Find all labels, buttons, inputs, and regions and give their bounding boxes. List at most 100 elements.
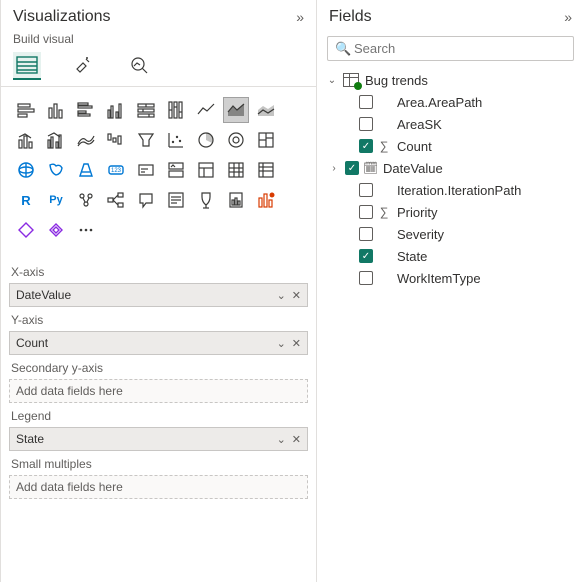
card-icon[interactable] [133,157,159,183]
svg-text:123: 123 [111,168,122,174]
fields-header: Fields » [317,0,584,30]
table-row[interactable]: ⌄ Bug trends [323,69,578,91]
matrix-icon[interactable] [253,157,279,183]
search-icon: 🔍 [335,41,351,57]
y-axis-well[interactable]: Count ⌄ ✕ [9,331,308,355]
stacked-area-chart-icon[interactable] [253,97,279,123]
waterfall-chart-icon[interactable] [103,127,129,153]
field-checkbox[interactable] [359,117,373,131]
pie-chart-icon[interactable] [193,127,219,153]
python-visual-icon[interactable]: Py [43,187,69,213]
field-checkbox[interactable] [359,95,373,109]
field-checkbox[interactable] [359,271,373,285]
line-stacked-column-icon[interactable] [13,127,39,153]
map-icon[interactable] [13,157,39,183]
build-visual-tabs [1,52,316,87]
field-row[interactable]: ∑ Priority [323,201,578,223]
area-chart-icon[interactable] [223,97,249,123]
kpi-icon[interactable] [193,157,219,183]
small-multiples-well[interactable]: Add data fields here [9,475,308,499]
field-name: DateValue [381,161,576,176]
more-options-icon[interactable] [73,217,99,243]
sigma-icon: ∑ [377,205,391,219]
visualization-gallery: 123 R Py [1,87,316,255]
power-apps-icon[interactable] [253,187,279,213]
field-name: Severity [395,227,576,242]
key-influencers-icon[interactable] [73,187,99,213]
secondary-y-well[interactable]: Add data fields here [9,379,308,403]
legend-value: State [16,432,44,446]
smart-narrative-icon[interactable] [163,187,189,213]
gauge-icon[interactable]: 123 [103,157,129,183]
field-name: WorkItemType [395,271,576,286]
field-row[interactable]: AreaSK [323,113,578,135]
power-automate-icon[interactable] [13,217,39,243]
field-row[interactable]: Severity [323,223,578,245]
y-axis-dropdown-icon[interactable]: ⌄ [277,337,286,350]
clustered-column-chart-icon[interactable] [103,97,129,123]
field-expand-icon[interactable]: › [327,163,341,174]
field-checkbox[interactable]: ✓ [345,161,359,175]
fields-tree: ⌄ Bug trends Area.AreaPath AreaSK ✓ ∑ Co… [317,69,584,289]
format-visual-tab[interactable] [69,52,97,80]
legend-dropdown-icon[interactable]: ⌄ [277,433,286,446]
qa-visual-icon[interactable] [133,187,159,213]
field-checkbox[interactable] [359,227,373,241]
legend-remove-icon[interactable]: ✕ [292,433,301,446]
field-name: State [395,249,576,264]
secondary-y-placeholder: Add data fields here [16,384,123,398]
stacked-column-chart-icon[interactable] [43,97,69,123]
build-visual-tab[interactable] [13,52,41,80]
legend-well[interactable]: State ⌄ ✕ [9,427,308,451]
visualizations-pane: Visualizations » Build visual [0,0,316,582]
field-name: AreaSK [395,117,576,132]
x-axis-well[interactable]: DateValue ⌄✕ [9,283,308,307]
filled-map-icon[interactable] [43,157,69,183]
field-row[interactable]: ✓ ∑ Count [323,135,578,157]
field-name: Area.AreaPath [395,95,576,110]
fields-title: Fields [329,8,372,26]
search-input[interactable] [327,36,574,61]
stacked-bar-chart-icon[interactable] [13,97,39,123]
field-wells: X-axis DateValue ⌄✕ Y-axis Count ⌄✕ Seco… [1,255,316,499]
field-name: Count [395,139,576,154]
treemap-icon[interactable] [253,127,279,153]
field-checkbox[interactable]: ✓ [359,249,373,263]
azure-map-icon[interactable] [73,157,99,183]
paginated-report-icon[interactable] [223,187,249,213]
x-axis-remove-icon[interactable]: ✕ [292,289,301,302]
x-axis-dropdown-icon[interactable]: ⌄ [277,289,286,302]
collapse-visualizations-icon[interactable]: » [296,9,304,25]
table-icon[interactable] [223,157,249,183]
line-chart-icon[interactable] [193,97,219,123]
funnel-chart-icon[interactable] [133,127,159,153]
field-row[interactable]: WorkItemType [323,267,578,289]
goals-icon[interactable] [193,187,219,213]
field-checkbox[interactable]: ✓ [359,139,373,153]
y-axis-value: Count [16,336,48,350]
collapse-fields-icon[interactable]: » [564,9,572,25]
field-row[interactable]: Iteration.IterationPath [323,179,578,201]
clustered-bar-chart-icon[interactable] [73,97,99,123]
x-axis-label: X-axis [11,265,308,279]
decomposition-tree-icon[interactable] [103,187,129,213]
get-more-visuals-icon[interactable] [43,217,69,243]
field-row[interactable]: › ✓ 🗓 DateValue [323,157,578,179]
r-visual-icon[interactable]: R [13,187,39,213]
ribbon-chart-icon[interactable] [73,127,99,153]
field-checkbox[interactable] [359,205,373,219]
multi-row-card-icon[interactable] [163,157,189,183]
scatter-chart-icon[interactable] [163,127,189,153]
hundred-stacked-column-icon[interactable] [163,97,189,123]
analytics-tab[interactable] [125,52,153,80]
field-checkbox[interactable] [359,183,373,197]
field-row[interactable]: Area.AreaPath [323,91,578,113]
legend-label: Legend [11,409,308,423]
field-row[interactable]: ✓ State [323,245,578,267]
hundred-stacked-bar-icon[interactable] [133,97,159,123]
line-clustered-column-icon[interactable] [43,127,69,153]
small-multiples-label: Small multiples [11,457,308,471]
donut-chart-icon[interactable] [223,127,249,153]
table-expand-icon[interactable]: ⌄ [325,75,339,86]
y-axis-remove-icon[interactable]: ✕ [292,337,301,350]
